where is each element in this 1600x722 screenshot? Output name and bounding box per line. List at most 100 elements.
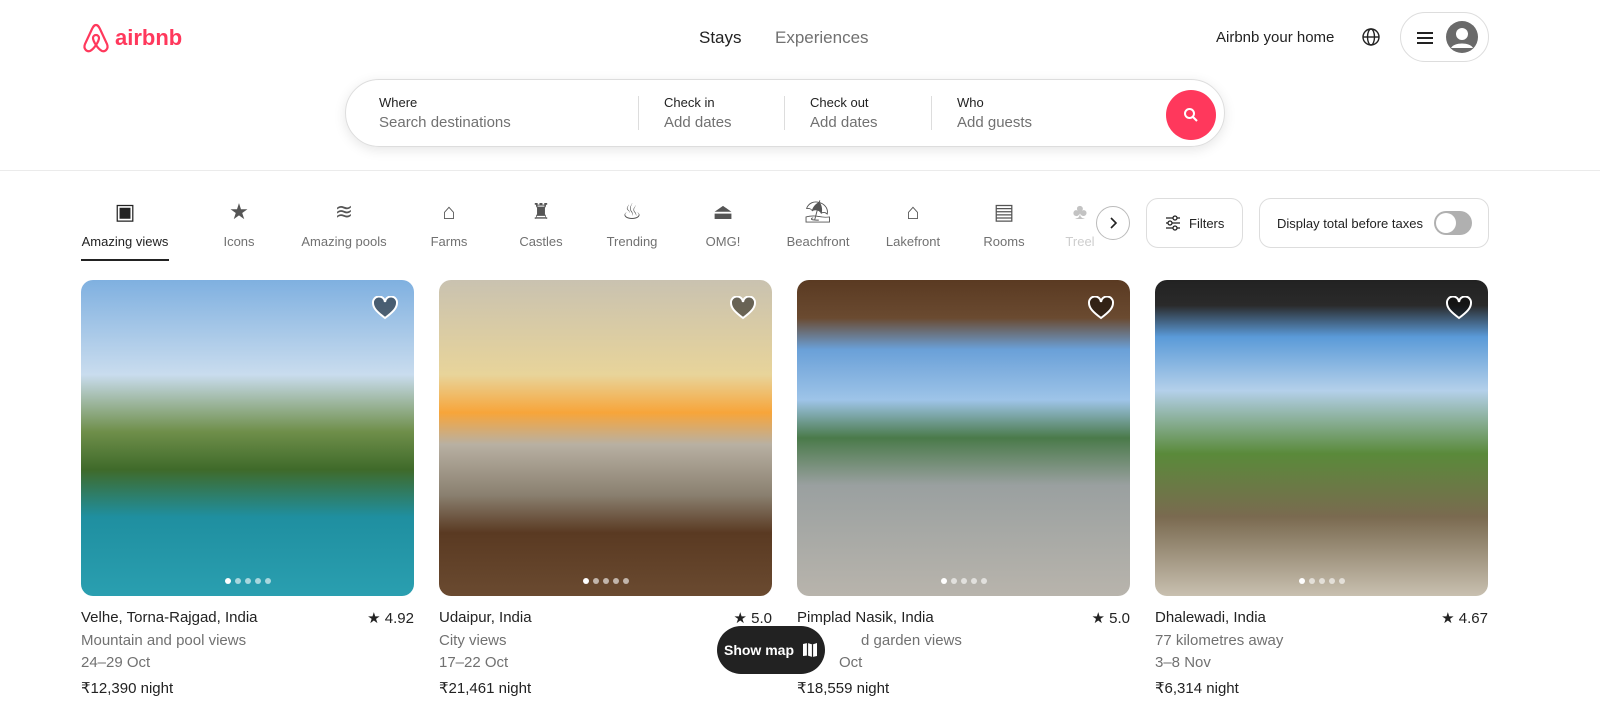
ticket-star-icon: ★ bbox=[229, 199, 249, 224]
listing-location: Udaipur, India bbox=[439, 609, 532, 626]
sliders-icon bbox=[1166, 215, 1180, 231]
heart-icon[interactable] bbox=[730, 296, 756, 320]
check-in-field[interactable]: Check in Add dates bbox=[664, 95, 732, 131]
tab-experiences[interactable]: Experiences bbox=[775, 28, 869, 48]
airbnb-belo-icon bbox=[83, 23, 109, 53]
chevron-right-icon bbox=[1110, 217, 1118, 229]
price-unit: night bbox=[498, 680, 532, 697]
photo-pagination-dots[interactable] bbox=[1298, 578, 1345, 584]
listing-card[interactable]: Pimplad Nasik, India ★ 5.0 d garden views… bbox=[797, 280, 1130, 697]
user-menu-button[interactable] bbox=[1400, 12, 1489, 62]
check-out-label: Check out bbox=[810, 95, 869, 110]
search-button[interactable] bbox=[1166, 90, 1216, 140]
category-amazing-views[interactable]: ▣ Amazing views bbox=[70, 198, 180, 261]
listing-rating: ★ 4.92 bbox=[367, 609, 414, 627]
category-label: Amazing views bbox=[81, 234, 169, 249]
divider bbox=[638, 96, 639, 130]
divider bbox=[931, 96, 932, 130]
listing-subtitle: 77 kilometres away bbox=[1155, 632, 1284, 649]
display-total-toggle-container: Display total before taxes bbox=[1259, 198, 1489, 248]
listing-price: ₹21,461 bbox=[439, 680, 495, 697]
rating-value: 5.0 bbox=[1109, 610, 1130, 627]
who-field[interactable]: Who Add guests bbox=[957, 95, 1032, 131]
rating-value: 5.0 bbox=[751, 610, 772, 627]
category-rooms[interactable]: ▤ Rooms bbox=[949, 198, 1059, 249]
airbnb-your-home-link[interactable]: Airbnb your home bbox=[1216, 29, 1334, 46]
photo-pagination-dots[interactable] bbox=[582, 578, 629, 584]
listing-price: ₹18,559 bbox=[797, 680, 853, 697]
where-field[interactable]: Where Search destinations bbox=[379, 95, 511, 131]
check-in-label: Check in bbox=[664, 95, 715, 110]
ufo-icon: ⏏ bbox=[712, 199, 734, 224]
search-icon bbox=[1184, 108, 1198, 122]
display-total-label: Display total before taxes bbox=[1277, 215, 1423, 231]
category-label: Icons bbox=[223, 234, 255, 249]
globe-icon[interactable] bbox=[1362, 28, 1380, 51]
category-icons[interactable]: ★ Icons bbox=[184, 198, 294, 249]
map-icon bbox=[803, 643, 817, 658]
star-icon: ★ bbox=[1091, 610, 1105, 627]
hamburger-icon bbox=[1417, 32, 1433, 44]
categories-next-button[interactable] bbox=[1096, 206, 1130, 240]
category-beachfront[interactable]: ⛱ Beachfront bbox=[763, 198, 873, 249]
map-frame-icon: ▣ bbox=[114, 199, 136, 224]
listing-card[interactable]: Velhe, Torna-Rajgad, India ★ 4.92 Mountai… bbox=[81, 280, 414, 697]
check-out-value: Add dates bbox=[810, 114, 878, 131]
filters-button[interactable]: Filters bbox=[1146, 198, 1243, 248]
listing-location: Pimplad Nasik, India bbox=[797, 609, 934, 626]
treehouse-icon: ♣ bbox=[1072, 199, 1088, 224]
check-out-field[interactable]: Check out Add dates bbox=[810, 95, 878, 131]
tab-stays[interactable]: Stays bbox=[699, 28, 742, 48]
listing-dates: 24–29 Oct bbox=[81, 654, 151, 671]
price-unit: night bbox=[1206, 680, 1239, 697]
listing-photo[interactable] bbox=[439, 280, 772, 596]
price-unit: night bbox=[140, 680, 174, 697]
who-label: Who bbox=[957, 95, 984, 110]
show-map-label: Show map bbox=[723, 642, 794, 658]
beach-hut-icon: ⛱ bbox=[804, 199, 832, 224]
category-amazing-pools[interactable]: ≋ Amazing pools bbox=[289, 198, 399, 249]
listing-dates: Oct bbox=[839, 654, 863, 671]
category-omg-[interactable]: ⏏ OMG! bbox=[668, 198, 778, 249]
star-icon: ★ bbox=[367, 610, 381, 627]
star-icon: ★ bbox=[733, 610, 747, 627]
listing-photo[interactable] bbox=[797, 280, 1130, 596]
listing-photo[interactable] bbox=[1155, 280, 1488, 596]
category-label: OMG! bbox=[705, 234, 741, 249]
display-total-toggle[interactable] bbox=[1434, 211, 1472, 235]
listing-rating: ★ 5.0 bbox=[1092, 609, 1130, 627]
heart-icon[interactable] bbox=[1446, 296, 1472, 320]
listing-rating: ★ 4.67 bbox=[1441, 609, 1488, 627]
airbnb-logo[interactable]: airbnb bbox=[81, 22, 182, 54]
header-divider bbox=[0, 170, 1600, 171]
logo-text: airbnb bbox=[115, 25, 183, 50]
show-map-button[interactable]: Show map bbox=[717, 626, 825, 674]
price-unit: night bbox=[856, 680, 890, 697]
category-label: Treel bbox=[1065, 234, 1095, 249]
heart-icon[interactable] bbox=[1088, 296, 1114, 320]
listing-card[interactable]: Dhalewadi, India ★ 4.67 77 kilometres awa… bbox=[1155, 280, 1488, 697]
category-treel[interactable]: ♣ Treel bbox=[1060, 198, 1100, 249]
rating-value: 4.67 bbox=[1458, 610, 1488, 627]
listing-photo[interactable] bbox=[81, 280, 414, 596]
star-icon: ★ bbox=[1441, 610, 1455, 627]
pool-icon: ≋ bbox=[334, 199, 354, 224]
who-value: Add guests bbox=[957, 114, 1033, 131]
divider bbox=[784, 96, 785, 130]
photo-pagination-dots[interactable] bbox=[224, 578, 271, 584]
category-label: Rooms bbox=[983, 234, 1025, 249]
listing-subtitle: Mountain and pool views bbox=[81, 632, 247, 649]
listing-dates: 3–8 Nov bbox=[1155, 654, 1211, 671]
avatar bbox=[1446, 21, 1478, 53]
rating-value: 4.92 bbox=[384, 610, 414, 627]
where-input[interactable]: Search destinations bbox=[379, 114, 511, 131]
search-bar: Where Search destinations Check in Add dat… bbox=[345, 79, 1225, 147]
heart-icon[interactable] bbox=[372, 296, 398, 320]
bed-icon: ▤ bbox=[993, 199, 1015, 224]
listing-location: Dhalewadi, India bbox=[1155, 609, 1266, 626]
listing-subtitle: d garden views bbox=[861, 632, 962, 649]
category-label: Beachfront bbox=[786, 234, 850, 249]
category-label: Amazing pools bbox=[301, 234, 387, 249]
photo-pagination-dots[interactable] bbox=[940, 578, 987, 584]
listing-price: ₹6,314 bbox=[1155, 680, 1203, 697]
